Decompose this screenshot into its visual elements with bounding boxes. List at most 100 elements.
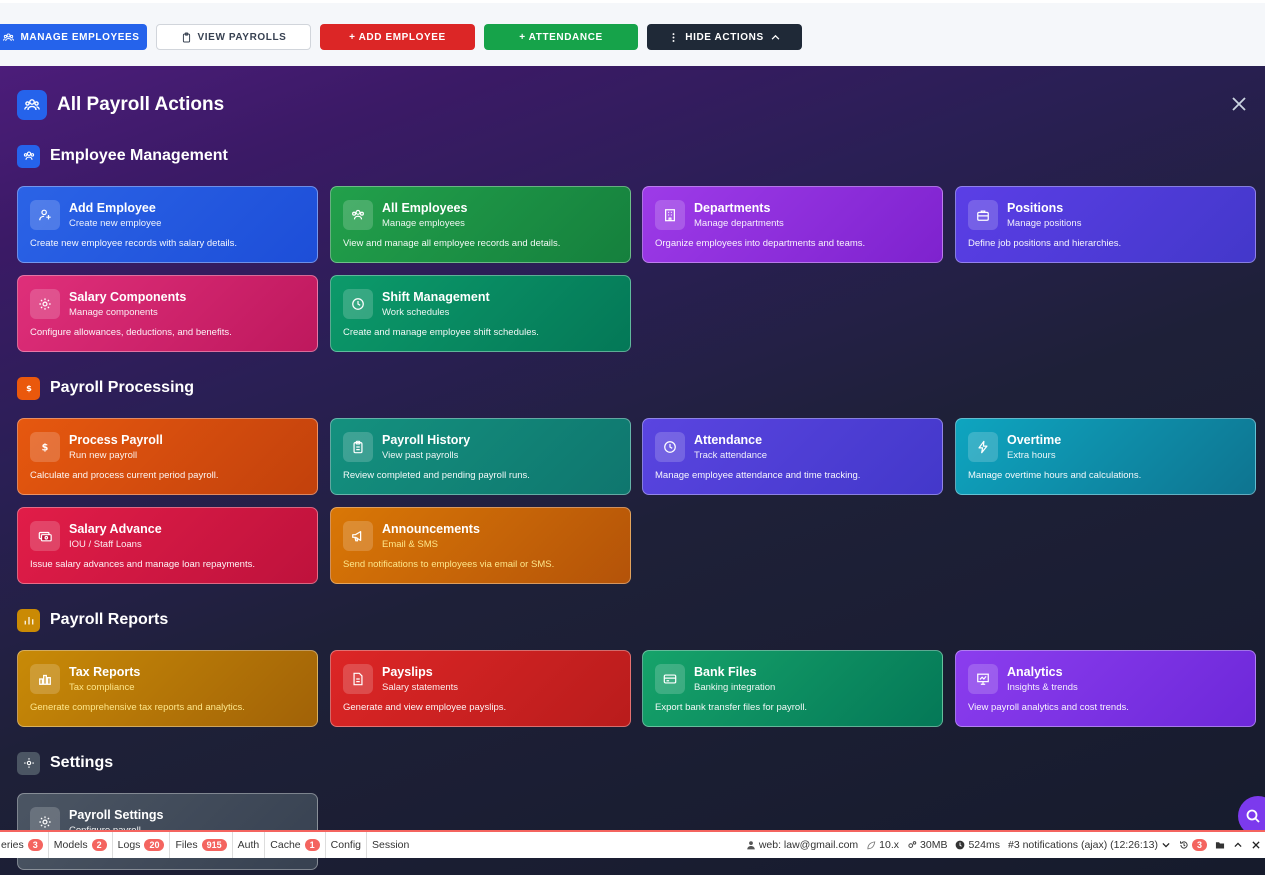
card-title: Overtime [1007, 433, 1062, 447]
debug-tabs: eries 3 Models 2 Logs 20 Files 915 Auth Cach… [0, 832, 414, 858]
debug-request-text: #3 notifications (ajax) (12:26:13) [1007, 839, 1158, 851]
card-title: Announcements [382, 522, 480, 536]
card-positions[interactable]: Positions Manage positions Define job po… [955, 186, 1256, 263]
card-description: Configure allowances, deductions, and be… [30, 327, 232, 338]
user-plus-icon [30, 200, 60, 230]
card-overtime[interactable]: Overtime Extra hours Manage overtime hou… [955, 418, 1256, 495]
kebab-icon [672, 32, 675, 42]
presentation-chart-icon [968, 664, 998, 694]
card-payslips[interactable]: Payslips Salary statements Generate and … [330, 650, 631, 727]
card-announcements[interactable]: Announcements Email & SMS Send notificat… [330, 507, 631, 584]
chevron-up-icon [771, 34, 780, 40]
card-title: Departments [694, 201, 771, 215]
debug-user: web: law@gmail.com [746, 839, 858, 851]
card-title: Salary Advance [69, 522, 162, 536]
tab-count: 3 [27, 839, 43, 851]
card-subtitle: Extra hours [1007, 450, 1056, 461]
debug-history[interactable]: 3 [1179, 839, 1207, 851]
debug-request-select[interactable]: #3 notifications (ajax) (12:26:13) [1008, 839, 1171, 851]
users-icon [3, 32, 15, 41]
debug-info: web: law@gmail.com 10.x 30MB 524ms #3 no… [746, 832, 1261, 858]
card-subtitle: Email & SMS [382, 539, 438, 550]
card-all-employees[interactable]: All Employees Manage employees View and … [330, 186, 631, 263]
debug-maximize-button[interactable] [1233, 840, 1243, 850]
card-subtitle: View past payrolls [382, 450, 459, 461]
card-process-payroll[interactable]: $ Process Payroll Run new payroll Calcul… [17, 418, 318, 495]
tab-label: Files [175, 839, 198, 851]
section-title: Settings [50, 754, 114, 771]
card-description: View and manage all employee records and… [343, 238, 561, 249]
card-subtitle: Manage employees [382, 218, 465, 229]
card-shift-management[interactable]: Shift Management Work schedules Create a… [330, 275, 631, 352]
clock-icon [956, 840, 965, 850]
card-description: Generate and view employee payslips. [343, 702, 507, 713]
gear-icon [17, 751, 40, 775]
debug-tab-logs[interactable]: Logs 20 [113, 832, 171, 858]
section-title: Payroll Reports [50, 611, 169, 628]
card-description: Calculate and process current period pay… [30, 470, 219, 481]
users-icon [17, 144, 40, 168]
tab-label: Config [330, 839, 361, 851]
debug-tab-queries[interactable]: eries 3 [0, 832, 49, 858]
card-subtitle: Salary statements [382, 682, 459, 693]
card-title: Shift Management [382, 290, 490, 304]
hide-actions-label: HIDE ACTIONS [685, 31, 764, 43]
svg-text:$: $ [42, 443, 49, 454]
document-icon [343, 664, 373, 694]
debug-tab-auth[interactable]: Auth [233, 832, 266, 858]
add-employee-button[interactable]: + ADD EMPLOYEE [320, 24, 475, 50]
debug-open-button[interactable] [1215, 840, 1225, 850]
card-subtitle: Tax compliance [69, 682, 135, 693]
debug-tab-models[interactable]: Models 2 [49, 832, 113, 858]
card-bank-files[interactable]: Bank Files Banking integration Export ba… [642, 650, 943, 727]
card-title: Payslips [382, 665, 433, 679]
tab-count: 1 [304, 839, 320, 851]
add-employee-label: + ADD EMPLOYEE [349, 31, 446, 43]
card-description: View payroll analytics and cost trends. [968, 702, 1129, 713]
hide-actions-button[interactable]: HIDE ACTIONS [647, 24, 802, 50]
tab-label: Auth [237, 839, 260, 851]
card-analytics[interactable]: Analytics Insights & trends View payroll… [955, 650, 1256, 727]
debug-bar: eries 3 Models 2 Logs 20 Files 915 Auth Cach… [0, 830, 1265, 858]
card-title: Analytics [1007, 665, 1063, 679]
debug-tab-config[interactable]: Config [326, 832, 367, 858]
top-toolbar: MANAGE EMPLOYEES VIEW PAYROLLS + ADD EMP… [0, 0, 1265, 66]
debug-tab-files[interactable]: Files 915 [170, 832, 233, 858]
view-payrolls-button[interactable]: VIEW PAYROLLS [156, 24, 311, 50]
card-subtitle: Track attendance [694, 450, 768, 461]
card-description: Manage overtime hours and calculations. [968, 470, 1142, 481]
building-icon [655, 200, 685, 230]
tab-label: Cache [270, 839, 301, 851]
close-icon[interactable] [1231, 96, 1247, 112]
manage-employees-label: MANAGE EMPLOYEES [20, 31, 140, 43]
close-icon [1252, 841, 1260, 849]
debug-close-button[interactable] [1251, 840, 1261, 850]
panel-title: All Payroll Actions [57, 94, 225, 115]
manage-employees-button[interactable]: MANAGE EMPLOYEES [0, 24, 147, 50]
card-salary-components[interactable]: Salary Components Manage components Conf… [17, 275, 318, 352]
card-description: Review completed and pending payroll run… [343, 470, 530, 481]
section-title: Employee Management [50, 147, 228, 164]
debug-tab-session[interactable]: Session [367, 832, 414, 858]
search-icon [1246, 809, 1260, 823]
card-departments[interactable]: Departments Manage departments Organize … [642, 186, 943, 263]
attendance-button[interactable]: + ATTENDANCE [484, 24, 638, 50]
card-add-employee[interactable]: Add Employee Create new employee Create … [17, 186, 318, 263]
card-attendance[interactable]: Attendance Track attendance Manage emplo… [642, 418, 943, 495]
card-title: Salary Components [69, 290, 187, 304]
tab-count: 20 [144, 839, 165, 851]
folder-icon [1215, 842, 1225, 849]
user-icon [747, 841, 755, 850]
briefcase-icon [968, 200, 998, 230]
card-title: Attendance [694, 433, 763, 447]
card-description: Organize employees into departments and … [655, 238, 866, 249]
card-description: Issue salary advances and manage loan re… [30, 559, 255, 570]
debug-tab-cache[interactable]: Cache 1 [265, 832, 326, 858]
tab-count: 915 [201, 839, 227, 851]
dollar-icon: $ [30, 432, 60, 462]
card-tax-reports[interactable]: Tax Reports Tax compliance Generate comp… [17, 650, 318, 727]
section-employee-management: Employee Management [17, 144, 228, 168]
card-salary-advance[interactable]: Salary Advance IOU / Staff Loans Issue s… [17, 507, 318, 584]
card-payroll-history[interactable]: Payroll History View past payrolls Revie… [330, 418, 631, 495]
money-icon [30, 521, 60, 551]
